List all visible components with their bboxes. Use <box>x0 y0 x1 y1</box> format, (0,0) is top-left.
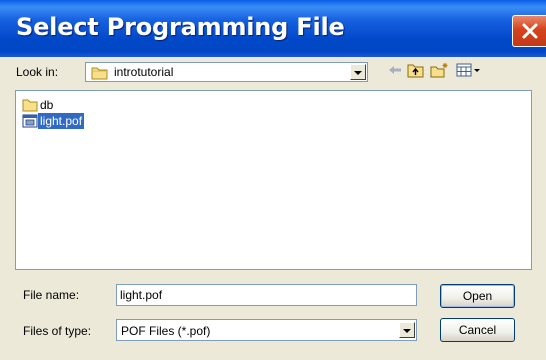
file-name-label: File name: <box>23 288 80 302</box>
up-folder-icon[interactable] <box>407 62 425 78</box>
file-type-value: POF Files (*.pof) <box>121 324 211 338</box>
title-bar[interactable]: Select Programming File <box>0 0 546 57</box>
file-type-dropdown-button[interactable] <box>399 322 415 338</box>
look-in-dropdown-button[interactable] <box>350 64 366 80</box>
programming-file-icon <box>22 114 38 128</box>
close-icon <box>522 23 538 39</box>
file-type-label: Files of type: <box>23 324 92 338</box>
look-in-combo[interactable]: introtutorial <box>85 62 368 82</box>
look-in-value: introtutorial <box>114 65 174 79</box>
close-button[interactable] <box>512 15 546 47</box>
list-item-label: db <box>40 98 54 112</box>
dialog-title: Select Programming File <box>16 13 345 41</box>
cancel-button[interactable]: Cancel <box>440 318 515 342</box>
list-item-label: light.pof <box>38 113 85 129</box>
back-arrow-icon[interactable] <box>387 62 403 78</box>
look-in-label-text: Look in: <box>16 65 59 79</box>
look-in-label: Look in: <box>16 65 58 79</box>
open-button[interactable]: Open <box>440 284 515 308</box>
file-type-combo[interactable]: POF Files (*.pof) <box>116 319 417 341</box>
folder-icon <box>91 67 108 80</box>
file-list[interactable]: db light.pof <box>15 90 532 270</box>
file-name-input[interactable] <box>120 288 400 302</box>
folder-icon <box>22 99 38 112</box>
views-menu-icon[interactable] <box>456 62 482 78</box>
new-folder-icon[interactable] <box>430 62 450 78</box>
file-name-field[interactable] <box>116 284 417 306</box>
